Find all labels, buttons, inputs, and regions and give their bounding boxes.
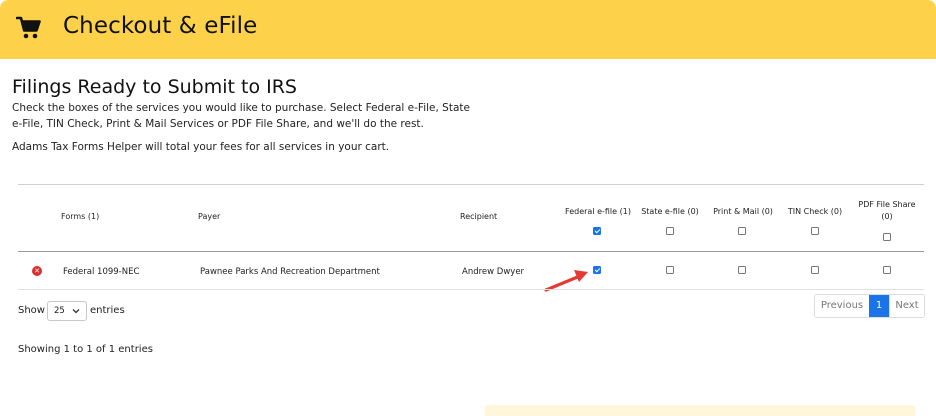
column-header-recipient[interactable]: Recipient: [460, 212, 497, 221]
page-1-button[interactable]: 1: [869, 295, 889, 317]
row-pdf-share-checkbox[interactable]: [883, 266, 891, 274]
column-header-forms[interactable]: Forms (1): [61, 212, 99, 221]
show-label: Show: [18, 305, 45, 316]
previous-page-button[interactable]: Previous: [815, 295, 869, 317]
column-header-pdf-share-count: (0): [881, 212, 893, 221]
cart-summary-panel: [485, 405, 915, 416]
pagination: Previous 1 Next: [814, 294, 925, 318]
row-state-efile-checkbox[interactable]: [666, 266, 674, 274]
column-header-pdf-share: PDF File Share: [858, 200, 916, 209]
next-page-button[interactable]: Next: [889, 295, 924, 317]
column-header-print-mail: Print & Mail (0): [713, 207, 773, 216]
select-all-tin-check-checkbox[interactable]: [811, 227, 819, 235]
shopping-cart-icon: [16, 16, 41, 39]
column-header-state-efile: State e-file (0): [641, 207, 699, 216]
entries-label: entries: [90, 305, 125, 316]
annotation-arrow-icon: [544, 270, 588, 292]
select-all-pdf-share-checkbox[interactable]: [883, 233, 891, 241]
select-all-state-efile-checkbox[interactable]: [666, 227, 674, 235]
row-recipient: Andrew Dwyer: [462, 267, 525, 277]
intro-text: Check the boxes of the services you woul…: [12, 102, 470, 130]
chevron-down-icon: [72, 309, 80, 314]
row-federal-efile-checkbox[interactable]: [593, 266, 601, 274]
table-top-divider: [18, 184, 924, 185]
column-header-tin-check: TIN Check (0): [787, 207, 843, 216]
table-info: Showing 1 to 1 of 1 entries: [18, 344, 153, 355]
row-form: Federal 1099-NEC: [63, 267, 140, 277]
fees-note: Adams Tax Forms Helper will total your f…: [12, 141, 390, 153]
page-header: Checkout & eFile: [0, 0, 936, 59]
remove-row-icon[interactable]: ✕: [32, 266, 42, 276]
column-header-payer[interactable]: Payer: [198, 212, 220, 221]
page-title: Filings Ready to Submit to IRS: [12, 76, 297, 98]
column-header-federal-efile: Federal e-file (1): [565, 207, 631, 216]
header-title: Checkout & eFile: [63, 13, 258, 39]
row-payer: Pawnee Parks And Recreation Department: [200, 267, 380, 277]
table-bottom-divider: [18, 289, 924, 290]
select-all-federal-efile-checkbox[interactable]: [593, 227, 601, 235]
table-header-divider: [18, 251, 924, 252]
entries-per-page-select[interactable]: 25: [47, 301, 87, 321]
select-all-print-mail-checkbox[interactable]: [738, 227, 746, 235]
row-print-mail-checkbox[interactable]: [738, 266, 746, 274]
row-tin-check-checkbox[interactable]: [811, 266, 819, 274]
entries-per-page-value: 25: [54, 306, 65, 316]
